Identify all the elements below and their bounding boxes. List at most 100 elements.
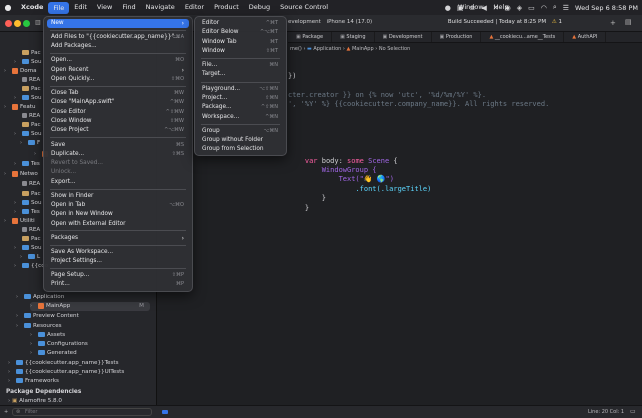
tree-item[interactable]: › Configurations [30, 340, 88, 349]
file-menu-item[interactable]: Add Files to "{{cookiecutter.app_name}}"… [47, 33, 189, 42]
file-menu-item[interactable]: Packages › [47, 234, 189, 243]
file-menu-item[interactable]: Duplicate... ⇧⌘S [47, 150, 189, 159]
tab-staging[interactable]: ▣ Staging [332, 32, 375, 42]
new-menu-item[interactable]: Group ⌥⌘N [198, 127, 283, 136]
menu-extra-icon[interactable]: ▣ [457, 4, 464, 12]
disclosure-icon[interactable]: › [30, 331, 38, 340]
disclosure-icon[interactable]: › [4, 217, 12, 226]
tree-item[interactable]: Pac [14, 85, 41, 94]
account-icon[interactable]: ◉ [505, 4, 511, 12]
disclosure-icon[interactable]: › [16, 322, 24, 331]
file-menu-item[interactable]: Close Tab ⌘W [47, 89, 189, 98]
file-menu-item[interactable]: Open Recent › [47, 66, 189, 75]
file-menu-item[interactable]: Close Project ^⌥⌘W [47, 126, 189, 135]
tree-item[interactable]: › Sou [14, 244, 42, 253]
tree-item[interactable]: › {{cookiecutter.app_name}}Tests [8, 359, 119, 368]
disclosure-icon[interactable]: › [14, 262, 22, 271]
tree-item[interactable]: › Sou [14, 94, 42, 103]
new-menu-item[interactable]: Playground... ⌥⇧⌘N [198, 85, 283, 94]
filter-input[interactable]: Filter [12, 408, 152, 416]
tab-authapi[interactable]: ▲ AuthAPI [564, 32, 607, 42]
file-menu-item[interactable]: Close Editor ^⇧⌘W [47, 108, 189, 117]
file-menu-item[interactable]: Open Quickly... ⇧⌘O [47, 75, 189, 84]
tree-item[interactable]: › Doma [4, 67, 37, 76]
tree-item[interactable]: › Frameworks [8, 377, 59, 386]
tab-development[interactable]: ▣ Development [375, 32, 432, 42]
bars-icon[interactable]: ≡ [469, 4, 475, 12]
disclosure-icon[interactable]: › [4, 103, 12, 112]
jump-item[interactable]: Application [313, 46, 341, 52]
file-menu-item[interactable]: Close "MainApp.swift" ^⌘W [47, 98, 189, 107]
new-menu-item[interactable]: Group without Folder [198, 136, 283, 145]
new-menu-item[interactable]: File... ⌘N [198, 61, 283, 70]
disclosure-icon[interactable]: › [4, 170, 12, 179]
disclosure-icon[interactable]: › [34, 150, 42, 159]
file-menu-item[interactable]: Project Settings... [47, 257, 189, 266]
menu-product[interactable]: Product [209, 0, 244, 15]
jump-item[interactable]: No Selection [379, 46, 410, 52]
menu-debug[interactable]: Debug [244, 0, 275, 15]
record-icon[interactable]: ● [445, 4, 451, 12]
file-menu-item[interactable]: Close Window ⇧⌘W [47, 117, 189, 126]
disclosure-icon[interactable]: › [16, 312, 24, 321]
file-menu-item[interactable]: Open... ⌘O [47, 56, 189, 65]
disclosure-icon[interactable]: › [20, 139, 28, 148]
control-center-icon[interactable]: ☰ [563, 4, 569, 12]
warning-icon[interactable]: ⚠ [552, 19, 557, 25]
disclosure-icon[interactable]: › [8, 368, 16, 377]
tree-item[interactable]: › F [20, 139, 40, 148]
file-menu-item[interactable]: Save As Workspace... [47, 248, 189, 257]
new-menu-item[interactable]: Window Tab ⌘T [198, 38, 283, 47]
tree-item[interactable]: Pac [14, 235, 41, 244]
disclosure-icon[interactable]: › [14, 244, 22, 253]
tree-item[interactable]: Pac [14, 49, 41, 58]
debug-area-toggle-icon[interactable]: ▭ [630, 408, 636, 415]
disclosure-icon[interactable]: › [30, 349, 38, 358]
tab-production[interactable]: ▣ Production [432, 32, 482, 42]
file-menu-item[interactable]: Page Setup... ⇧⌘P [47, 271, 189, 280]
add-file-icon[interactable]: + [4, 409, 8, 415]
tree-item[interactable]: Pac [14, 121, 41, 130]
disclosure-icon[interactable]: › [16, 293, 24, 302]
inspector-toggle-icon[interactable]: ▤ [625, 18, 632, 26]
tree-item[interactable]: › L [20, 253, 40, 262]
disclosure-icon[interactable]: › [4, 67, 12, 76]
jump-bar[interactable]: me() › ▬ Application › ▲ MainApp › No Se… [288, 44, 642, 55]
tree-item[interactable]: REA [14, 76, 40, 85]
menu-source-control[interactable]: Source Control [275, 0, 333, 15]
tree-item[interactable]: › Netwo [4, 170, 38, 179]
file-menu-item[interactable]: Save ⌘S [47, 141, 189, 150]
file-menu-item[interactable]: Open with External Editor [47, 220, 189, 229]
tree-item[interactable]: › Sou [14, 199, 42, 208]
new-menu-item[interactable]: Group from Selection [198, 145, 283, 154]
source-editor[interactable]: }) cter.creator }} on {% now 'utc', '%d/… [288, 72, 549, 213]
file-menu-item[interactable]: Add Packages... [47, 42, 189, 51]
new-menu-item[interactable]: Package... ^⇧⌘N [198, 103, 283, 112]
tree-item[interactable]: › Utiliti [4, 217, 35, 226]
tree-item[interactable]: › {{cookiecutter.app_name}}UITests [8, 368, 124, 377]
tree-item[interactable]: REA [14, 112, 40, 121]
tree-item[interactable]: › Resources [16, 322, 62, 331]
battery-icon[interactable]: ▭ [528, 4, 535, 12]
shield-icon[interactable]: ◈ [517, 4, 522, 12]
menu-editor[interactable]: Editor [180, 0, 209, 15]
tree-item[interactable]: › Featu [4, 103, 36, 112]
tree-item[interactable]: › MainApp M [30, 302, 150, 311]
file-menu-item[interactable]: Open in New Window [47, 210, 189, 219]
new-menu-item[interactable]: Window ⇧⌘T [198, 47, 283, 56]
alamofire-package[interactable]: › ▣ Alamofire 5.8.0 [8, 398, 62, 404]
jump-item[interactable]: MainApp [352, 46, 374, 52]
tree-item[interactable]: › Generated [30, 349, 77, 358]
tree-item[interactable]: REA [14, 180, 40, 189]
tree-item[interactable]: › Tes [14, 208, 40, 217]
tree-item[interactable]: Pac [14, 190, 41, 199]
disclosure-icon[interactable]: › [8, 377, 16, 386]
tab-package[interactable]: ▣ Package [288, 32, 333, 42]
disclosure-icon[interactable]: › [14, 130, 22, 139]
new-menu-item[interactable]: Workspace... ^⌘N [198, 113, 283, 122]
file-menu-item[interactable]: Open in Tab ⌥⌘O [47, 201, 189, 210]
disclosure-icon[interactable]: › [14, 94, 22, 103]
new-menu-item[interactable]: Target... [198, 70, 283, 79]
jump-item[interactable]: me() [290, 46, 302, 52]
clock[interactable]: Wed Sep 6 8:58 PM [575, 4, 638, 12]
